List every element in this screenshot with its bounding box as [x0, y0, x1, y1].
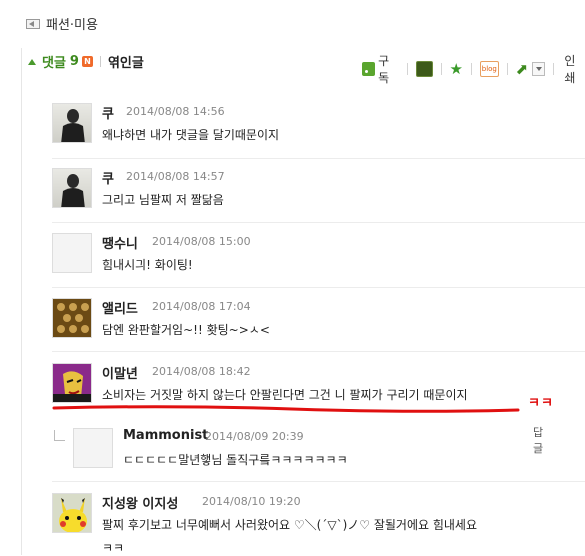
comment-text: 담엔 완판할거임~!! 홧팅~>ㅅ< [102, 323, 270, 337]
comment-date: 2014/08/09 20:39 [205, 430, 304, 443]
toolbar-divider [406, 63, 408, 75]
reply-indent-icon [54, 430, 65, 441]
comment-date: 2014/08/08 14:56 [126, 105, 225, 118]
tab-comments[interactable]: 댓글 [42, 52, 66, 71]
comment-author[interactable]: 이말년 [102, 363, 138, 382]
avatar[interactable] [52, 298, 92, 338]
comment-text: 힘내시긔! 화이팅! [102, 258, 193, 272]
left-border [21, 48, 22, 555]
avatar[interactable] [52, 493, 92, 533]
comment-tabs: 댓글 9 N 엮인글 [28, 52, 144, 71]
comment-author[interactable]: 땡수니 [102, 233, 138, 252]
comment-date: 2014/08/08 18:42 [152, 365, 251, 378]
comment-text-continued: ㅋㅋ [102, 541, 125, 555]
star-icon[interactable]: ★ [450, 62, 463, 77]
comment-text: 팔찌 후기보고 너무예뻐서 사러왔어요 ♡＼(´▽`)ノ♡ 잘될거에요 힘내세요 [102, 518, 477, 532]
avatar[interactable] [52, 363, 92, 403]
comment-author[interactable]: 지성왕 이지성 [102, 493, 178, 512]
comment-divider [52, 351, 585, 352]
share-dropdown-icon[interactable] [532, 62, 546, 76]
blog-icon[interactable]: blog [479, 61, 499, 77]
subscribe-button[interactable]: 구독 [378, 52, 399, 86]
comment-author[interactable]: 쿠 [102, 168, 114, 187]
comment-date: 2014/08/08 17:04 [152, 300, 251, 313]
reply-button[interactable]: 답글 [533, 424, 543, 456]
comment-divider [52, 481, 585, 482]
red-annotation-text: ㅋㅋ [528, 396, 554, 411]
share-icon[interactable]: ⬈ [516, 62, 529, 77]
category-label: 패션·미용 [46, 18, 98, 33]
comment-author[interactable]: Mammonist [123, 428, 208, 443]
comment-divider [52, 287, 585, 288]
memo-icon[interactable] [415, 61, 433, 77]
comment-text: 그리고 님팔찌 저 짤닮음 [102, 193, 224, 207]
collapse-arrow-icon[interactable] [28, 58, 36, 65]
red-underline-annotation [52, 405, 520, 413]
comment-divider [52, 222, 585, 223]
avatar[interactable] [73, 428, 113, 468]
comment-text: 왜냐하면 내가 댓글을 달기때문이지 [102, 128, 280, 142]
avatar[interactable] [52, 233, 92, 273]
comment-date: 2014/08/08 15:00 [152, 235, 251, 248]
print-button[interactable]: 인쇄 [564, 52, 585, 86]
tab-divider [99, 56, 101, 67]
comment-author[interactable]: 앨리드 [102, 298, 138, 317]
post-toolbar: 구독 ★ blog ⬈ 인쇄 [362, 52, 585, 86]
comment-date: 2014/08/10 19:20 [202, 495, 301, 508]
toolbar-divider [470, 63, 472, 75]
comment-author[interactable]: 쿠 [102, 103, 114, 122]
comment-count: 9 [69, 54, 79, 69]
folder-icon [26, 18, 40, 29]
tab-trackback[interactable]: 엮인글 [108, 52, 144, 71]
new-badge: N [81, 56, 93, 67]
avatar[interactable] [52, 168, 92, 208]
avatar[interactable] [52, 103, 92, 143]
toolbar-divider [506, 63, 508, 75]
comment-date: 2014/08/08 14:57 [126, 170, 225, 183]
toolbar-divider [553, 63, 555, 75]
rss-icon[interactable] [362, 62, 376, 76]
comment-text: ㄷㄷㄷㄷㄷ말년햏님 돌직구릌ㅋㅋㅋㅋㅋㅋㅋ [123, 453, 348, 467]
toolbar-divider [440, 63, 442, 75]
comment-divider [52, 158, 585, 159]
category-header[interactable]: 패션·미용 [26, 14, 98, 33]
